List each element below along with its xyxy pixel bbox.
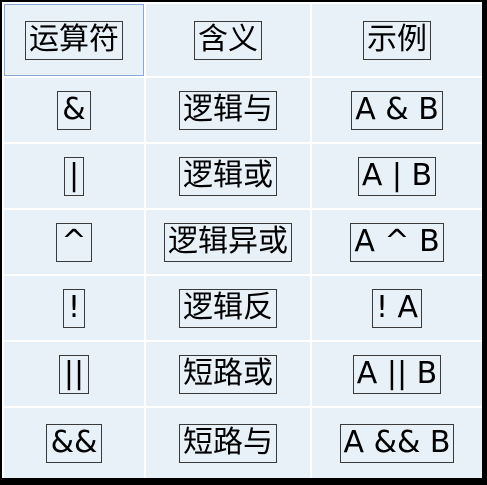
table-row: && 短路与 A && B bbox=[2, 406, 482, 478]
operator-example: A ^ B bbox=[350, 222, 444, 262]
example-cell: A | B bbox=[310, 142, 482, 210]
operator-example: A & B bbox=[351, 90, 443, 130]
meaning-cell: 短路与 bbox=[144, 406, 312, 478]
table-header-row: 运算符 含义 示例 bbox=[2, 2, 482, 78]
meaning-cell: 逻辑反 bbox=[144, 274, 312, 342]
operator-example: A && B bbox=[339, 423, 455, 463]
table-row: || 短路或 A || B bbox=[2, 340, 482, 408]
meaning-cell: 逻辑或 bbox=[144, 142, 312, 210]
operator-symbol: & bbox=[57, 90, 91, 130]
operator-meaning: 逻辑或 bbox=[179, 156, 277, 196]
example-cell: A && B bbox=[310, 406, 482, 478]
operators-table: 运算符 含义 示例 & 逻辑与 A & B | 逻辑或 A | B ^ 逻辑异或… bbox=[2, 2, 482, 478]
operator-example: A | B bbox=[357, 156, 437, 196]
header-operator-label: 运算符 bbox=[25, 20, 123, 60]
operator-meaning: 短路或 bbox=[179, 354, 277, 394]
example-cell: A ^ B bbox=[310, 208, 482, 276]
operator-meaning: 短路与 bbox=[179, 423, 277, 463]
operator-symbol: || bbox=[58, 354, 90, 394]
operator-meaning: 逻辑反 bbox=[179, 288, 277, 328]
table-row: & 逻辑与 A & B bbox=[2, 76, 482, 144]
operator-symbol: ! bbox=[62, 288, 86, 328]
table-row: ^ 逻辑异或 A ^ B bbox=[2, 208, 482, 276]
operator-cell: ^ bbox=[2, 208, 146, 276]
operator-symbol: ^ bbox=[56, 222, 92, 262]
meaning-cell: 逻辑与 bbox=[144, 76, 312, 144]
header-cell-example: 示例 bbox=[310, 2, 482, 78]
example-cell: A || B bbox=[310, 340, 482, 408]
meaning-cell: 逻辑异或 bbox=[144, 208, 312, 276]
header-meaning-label: 含义 bbox=[194, 20, 262, 60]
operator-cell: || bbox=[2, 340, 146, 408]
operator-example: A || B bbox=[352, 354, 442, 394]
operator-meaning: 逻辑异或 bbox=[164, 222, 292, 262]
operator-example: ! A bbox=[371, 288, 423, 328]
operator-cell: && bbox=[2, 406, 146, 478]
table-row: | 逻辑或 A | B bbox=[2, 142, 482, 210]
operator-meaning: 逻辑与 bbox=[179, 90, 277, 130]
content-panel: 运算符 含义 示例 & 逻辑与 A & B | 逻辑或 A | B ^ 逻辑异或… bbox=[2, 2, 482, 478]
operator-cell: ! bbox=[2, 274, 146, 342]
meaning-cell: 短路或 bbox=[144, 340, 312, 408]
header-cell-operator[interactable]: 运算符 bbox=[2, 2, 146, 78]
operator-cell: | bbox=[2, 142, 146, 210]
example-cell: ! A bbox=[310, 274, 482, 342]
header-cell-meaning: 含义 bbox=[144, 2, 312, 78]
example-cell: A & B bbox=[310, 76, 482, 144]
operator-cell: & bbox=[2, 76, 146, 144]
header-example-label: 示例 bbox=[363, 20, 431, 60]
operator-symbol: && bbox=[45, 423, 103, 463]
operator-symbol: | bbox=[63, 156, 85, 196]
table-row: ! 逻辑反 ! A bbox=[2, 274, 482, 342]
